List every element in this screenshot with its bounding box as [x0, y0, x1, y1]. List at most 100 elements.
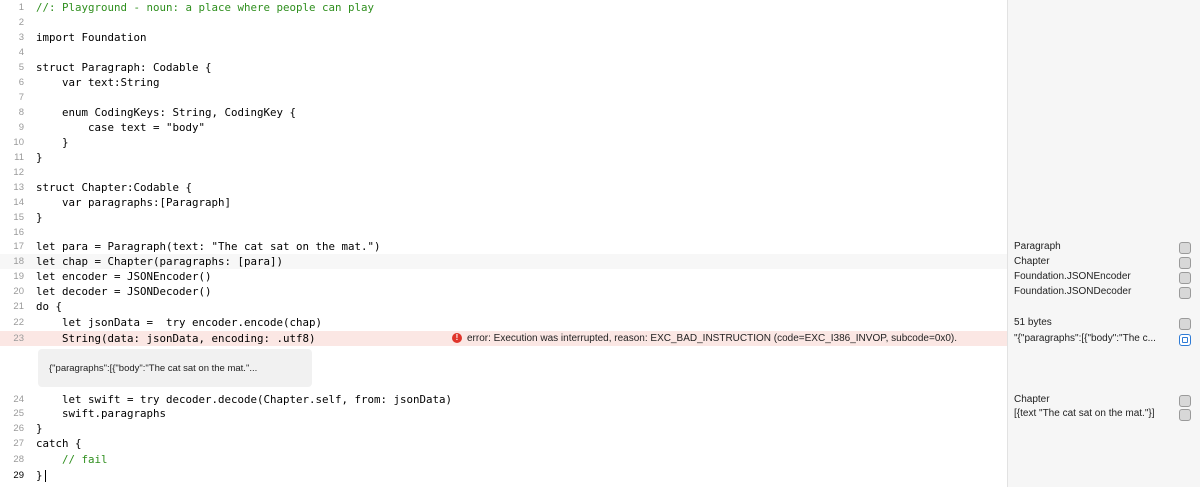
- code-line[interactable]: 7: [0, 90, 1007, 105]
- result-value: Foundation.JSONDecoder: [1014, 286, 1132, 297]
- code-text[interactable]: swift.paragraphs: [36, 406, 166, 421]
- code-text[interactable]: String(data: jsonData, encoding: .utf8): [36, 331, 316, 346]
- line-number: 12: [13, 167, 24, 178]
- line-number: 25: [13, 408, 24, 419]
- code-line[interactable]: 19 let encoder = JSONEncoder(): [0, 269, 1007, 284]
- code-line[interactable]: 12: [0, 165, 1007, 180]
- line-number: 23: [13, 333, 24, 344]
- line-number: 11: [14, 152, 24, 163]
- line-number: 18: [13, 256, 24, 267]
- code-text[interactable]: }: [36, 468, 46, 483]
- code-line[interactable]: 5 struct Paragraph: Codable {: [0, 60, 1007, 75]
- line-number: 19: [13, 271, 24, 282]
- code-text[interactable]: }: [36, 421, 43, 436]
- code-text[interactable]: struct Paragraph: Codable {: [36, 60, 212, 75]
- line-number: 10: [13, 137, 24, 148]
- result-value: [{text "The cat sat on the mat."}]: [1014, 408, 1155, 419]
- quick-look-button[interactable]: [1179, 242, 1191, 254]
- code-line[interactable]: 6 var text:String: [0, 75, 1007, 90]
- code-line[interactable]: 27 catch {: [0, 436, 1007, 451]
- line-number: 29: [13, 470, 24, 481]
- code-text[interactable]: //: Playground - noun: a place where peo…: [36, 0, 374, 15]
- line-number: 20: [13, 286, 24, 297]
- quick-look-button[interactable]: [1179, 272, 1191, 284]
- quick-look-button[interactable]: [1179, 287, 1191, 299]
- code-text[interactable]: }: [36, 135, 69, 150]
- line-number: 17: [13, 241, 24, 252]
- popup-text: {"paragraphs":[{"body":"The cat sat on t…: [49, 363, 258, 374]
- line-number: 21: [13, 301, 24, 312]
- code-text[interactable]: let swift = try decoder.decode(Chapter.s…: [36, 392, 452, 407]
- code-line[interactable]: 9 case text = "body": [0, 120, 1007, 135]
- code-line[interactable]: 17 let para = Paragraph(text: "The cat s…: [0, 239, 1007, 254]
- line-number: 4: [18, 47, 24, 58]
- code-line[interactable]: 24 let swift = try decoder.decode(Chapte…: [0, 392, 1007, 407]
- code-line[interactable]: 8 enum CodingKeys: String, CodingKey {: [0, 105, 1007, 120]
- line-number: 22: [13, 317, 24, 328]
- line-number: 26: [13, 423, 24, 434]
- result-value: Chapter: [1014, 394, 1050, 405]
- line-number: 8: [18, 107, 24, 118]
- quick-look-button[interactable]: [1179, 257, 1191, 269]
- code-text[interactable]: struct Chapter:Codable {: [36, 180, 192, 195]
- line-number: 15: [13, 212, 24, 223]
- code-text[interactable]: enum CodingKeys: String, CodingKey {: [36, 105, 296, 120]
- code-line[interactable]: 13 struct Chapter:Codable {: [0, 180, 1007, 195]
- line-number: 28: [13, 454, 24, 465]
- line-number: 3: [18, 32, 24, 43]
- code-text[interactable]: var paragraphs:[Paragraph]: [36, 195, 231, 210]
- line-number: 9: [18, 122, 24, 133]
- code-line[interactable]: 21 do {: [0, 299, 1007, 314]
- code-line[interactable]: 10 }: [0, 135, 1007, 150]
- code-text[interactable]: // fail: [36, 452, 108, 467]
- result-popup: {"paragraphs":[{"body":"The cat sat on t…: [38, 349, 312, 387]
- quick-look-button[interactable]: [1179, 318, 1191, 330]
- line-number: 16: [13, 227, 24, 238]
- code-text[interactable]: let para = Paragraph(text: "The cat sat …: [36, 239, 381, 254]
- line-number: 1: [18, 2, 24, 13]
- quick-look-button[interactable]: [1179, 395, 1191, 407]
- code-text[interactable]: let encoder = JSONEncoder(): [36, 269, 212, 284]
- error-icon: !: [452, 333, 462, 344]
- code-line[interactable]: 25 swift.paragraphs: [0, 406, 1007, 421]
- result-value: Chapter: [1014, 256, 1050, 267]
- line-number: 2: [18, 17, 24, 28]
- code-line[interactable]: 11 }: [0, 150, 1007, 165]
- error-message: ! error: Execution was interrupted, reaso…: [452, 331, 957, 346]
- code-line[interactable]: 22 let jsonData = try encoder.encode(cha…: [0, 315, 1007, 330]
- line-number: 5: [18, 62, 24, 73]
- line-number: 14: [13, 197, 24, 208]
- code-editor[interactable]: 1 //: Playground - noun: a place where p…: [0, 0, 1007, 487]
- results-sidebar: Paragraph Chapter Foundation.JSONEncoder…: [1007, 0, 1200, 487]
- code-text[interactable]: do {: [36, 299, 62, 314]
- code-text[interactable]: let chap = Chapter(paragraphs: [para]): [36, 254, 283, 269]
- code-line[interactable]: 28 // fail: [0, 452, 1007, 467]
- code-line[interactable]: 20 let decoder = JSONDecoder(): [0, 284, 1007, 299]
- result-value: "{"paragraphs":[{"body":"The c...: [1014, 333, 1156, 344]
- code-text[interactable]: }: [36, 150, 43, 165]
- code-text[interactable]: let decoder = JSONDecoder(): [36, 284, 212, 299]
- code-line[interactable]: 2: [0, 15, 1007, 30]
- show-result-button[interactable]: [1179, 334, 1191, 346]
- result-value: Foundation.JSONEncoder: [1014, 271, 1131, 282]
- code-line[interactable]: 3 import Foundation: [0, 30, 1007, 45]
- code-text[interactable]: import Foundation: [36, 30, 147, 45]
- code-line-current[interactable]: 29 }: [0, 468, 1007, 483]
- code-line[interactable]: 15 }: [0, 210, 1007, 225]
- quick-look-button[interactable]: [1179, 409, 1191, 421]
- code-line[interactable]: 4: [0, 45, 1007, 60]
- code-line[interactable]: 16: [0, 225, 1007, 240]
- code-text[interactable]: var text:String: [36, 75, 160, 90]
- line-number: 7: [18, 92, 24, 103]
- result-value: Paragraph: [1014, 241, 1061, 252]
- code-text[interactable]: }: [36, 210, 43, 225]
- line-number: 24: [13, 394, 24, 405]
- line-number: 27: [13, 438, 24, 449]
- code-line[interactable]: 26 }: [0, 421, 1007, 436]
- code-line[interactable]: 1 //: Playground - noun: a place where p…: [0, 0, 1007, 15]
- code-text[interactable]: catch {: [36, 436, 82, 451]
- code-text[interactable]: case text = "body": [36, 120, 205, 135]
- code-line[interactable]: 18 let chap = Chapter(paragraphs: [para]…: [0, 254, 1007, 269]
- code-text[interactable]: let jsonData = try encoder.encode(chap): [36, 315, 322, 330]
- code-line[interactable]: 14 var paragraphs:[Paragraph]: [0, 195, 1007, 210]
